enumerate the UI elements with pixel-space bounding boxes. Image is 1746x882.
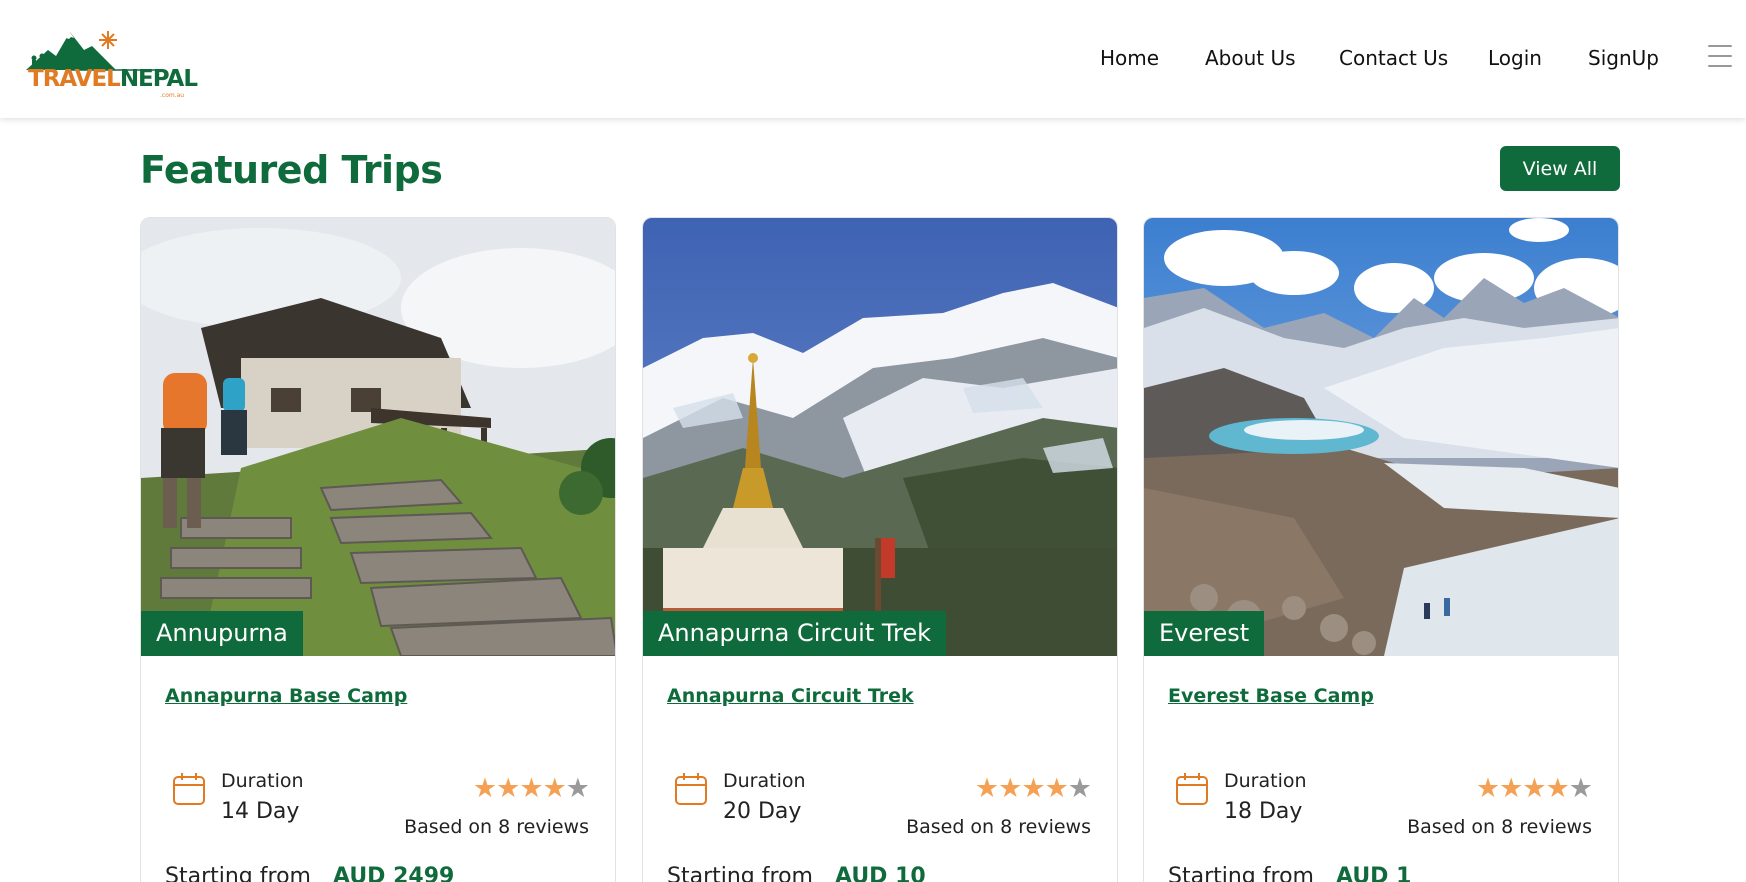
- calendar-icon: [173, 773, 205, 805]
- duration-value: 18 Day: [1224, 799, 1303, 824]
- reviews-count: Based on 8 reviews: [404, 816, 589, 838]
- star-empty-icon: ★: [565, 773, 590, 803]
- price-value: AUD 10: [834, 864, 926, 882]
- nav-signup[interactable]: SignUp: [1588, 46, 1659, 70]
- trip-image: [141, 218, 615, 656]
- price-row: Starting from AUD 1: [1168, 864, 1411, 882]
- trip-card[interactable]: Annupurna Annapurna Base Camp Duration 1…: [140, 217, 616, 882]
- duration-label: Duration: [723, 770, 806, 792]
- star-filled-icon: ★: [1499, 773, 1523, 803]
- trip-region-tag: Everest: [1144, 611, 1265, 656]
- trip-title-link[interactable]: Annapurna Base Camp: [165, 685, 407, 707]
- star-filled-icon: ★: [519, 773, 543, 803]
- duration-label: Duration: [221, 770, 304, 792]
- price-value: AUD 2499: [332, 864, 455, 882]
- main-nav: Home About Us Contact Us Login SignUp: [0, 46, 1746, 76]
- trip-image: [643, 218, 1117, 656]
- star-filled-icon: ★: [974, 773, 999, 803]
- site-header: TRAVELNEPAL .com.au Home About Us Contac…: [0, 0, 1746, 118]
- trip-region-tag: Annupurna: [141, 611, 303, 656]
- price-label: Starting from: [667, 864, 813, 882]
- duration-label: Duration: [1224, 770, 1307, 792]
- rating-stars: ★★★★★: [472, 773, 590, 803]
- star-filled-icon: ★: [1021, 773, 1045, 803]
- star-filled-icon: ★: [1475, 773, 1500, 803]
- trip-title-link[interactable]: Annapurna Circuit Trek: [667, 685, 914, 707]
- price-value: AUD 1: [1335, 864, 1412, 882]
- star-filled-icon: ★: [1044, 773, 1069, 803]
- trip-card[interactable]: Everest Everest Base Camp Duration 18 Da…: [1143, 217, 1619, 882]
- rating-stars: ★★★★★: [974, 773, 1092, 803]
- star-filled-icon: ★: [472, 773, 497, 803]
- duration-value: 20 Day: [723, 799, 802, 824]
- calendar-icon: [1176, 773, 1208, 805]
- trip-image: [1144, 218, 1618, 656]
- price-row: Starting from AUD 10: [667, 864, 926, 882]
- calendar-icon: [675, 773, 707, 805]
- trip-card[interactable]: Annapurna Circuit Trek Annapurna Circuit…: [642, 217, 1118, 882]
- rating-stars: ★★★★★: [1475, 773, 1593, 803]
- star-filled-icon: ★: [1545, 773, 1570, 803]
- nav-login[interactable]: Login: [1488, 46, 1542, 70]
- price-label: Starting from: [1168, 864, 1314, 882]
- duration-value: 14 Day: [221, 799, 300, 824]
- star-empty-icon: ★: [1067, 773, 1092, 803]
- reviews-count: Based on 8 reviews: [1407, 816, 1592, 838]
- star-empty-icon: ★: [1568, 773, 1593, 803]
- price-row: Starting from AUD 2499: [165, 864, 454, 882]
- star-filled-icon: ★: [998, 773, 1022, 803]
- view-all-button[interactable]: View All: [1500, 146, 1620, 191]
- hamburger-menu-icon[interactable]: [1708, 45, 1732, 71]
- section-title: Featured Trips: [140, 148, 443, 192]
- trip-title-link[interactable]: Everest Base Camp: [1168, 685, 1374, 707]
- price-label: Starting from: [165, 864, 311, 882]
- star-filled-icon: ★: [542, 773, 567, 803]
- reviews-count: Based on 8 reviews: [906, 816, 1091, 838]
- trip-region-tag: Annapurna Circuit Trek: [643, 611, 946, 656]
- star-filled-icon: ★: [496, 773, 520, 803]
- star-filled-icon: ★: [1522, 773, 1546, 803]
- nav-about-us[interactable]: About Us: [1205, 46, 1296, 70]
- nav-home[interactable]: Home: [1100, 46, 1159, 70]
- logo-domain: .com.au: [160, 92, 185, 99]
- nav-contact-us[interactable]: Contact Us: [1339, 46, 1448, 70]
